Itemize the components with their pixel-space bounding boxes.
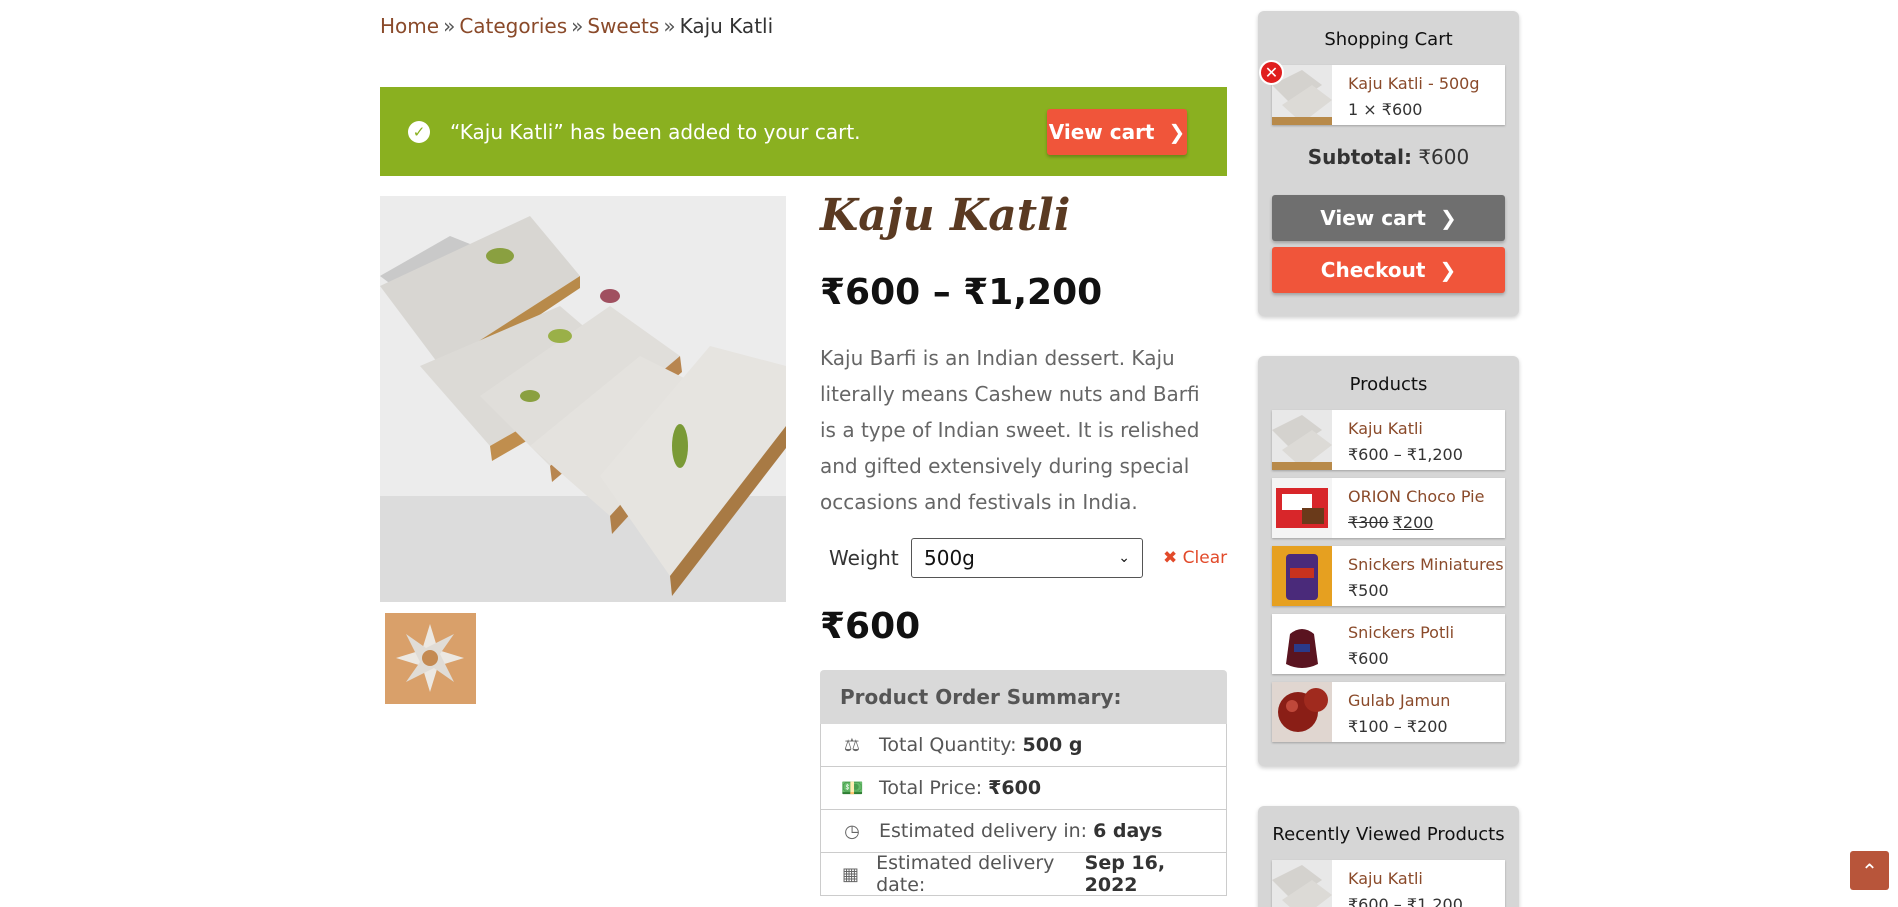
clear-selection-link[interactable]: ✖ Clear: [1163, 548, 1227, 568]
product-list-price: ₹300 ₹200: [1348, 510, 1505, 536]
product-title: Kaju Katli: [820, 190, 1071, 241]
shopping-cart-widget: Shopping Cart ✕ Kaju Katli - 500g 1 × ₹6…: [1258, 11, 1519, 316]
product-list-item: ORION Choco Pie ₹300 ₹200: [1272, 478, 1505, 538]
recently-viewed-name[interactable]: Kaju Katli: [1348, 866, 1505, 892]
summary-row-price: 💵 Total Price: ₹600: [820, 767, 1227, 810]
product-list-item: Gulab Jamun ₹100 – ₹200: [1272, 682, 1505, 742]
summary-value: 6 days: [1093, 820, 1163, 842]
product-list-name[interactable]: ORION Choco Pie: [1348, 484, 1505, 510]
recently-viewed-image[interactable]: [1272, 860, 1332, 907]
weight-selector-row: Weight 500g ⌄ ✖ Clear: [829, 538, 1227, 578]
breadcrumb-current: Kaju Katli: [679, 14, 774, 38]
breadcrumb: Home» Categories» Sweets» Kaju Katli: [380, 14, 773, 38]
product-thumbnail[interactable]: [385, 613, 476, 704]
breadcrumb-separator: »: [571, 14, 584, 38]
product-list-name[interactable]: Gulab Jamun: [1348, 688, 1505, 714]
scale-icon: ⚖: [843, 734, 861, 756]
product-list-image[interactable]: [1272, 614, 1332, 674]
summary-label: Total Quantity:: [879, 734, 1017, 756]
summary-row-delivery-days: ◷ Estimated delivery in: 6 days: [820, 810, 1227, 853]
summary-label: Total Price:: [879, 777, 983, 799]
cart-item: ✕ Kaju Katli - 500g 1 × ₹600: [1259, 60, 1505, 125]
summary-value: 500 g: [1022, 734, 1083, 756]
recently-viewed-price: ₹600 – ₹1,200: [1348, 895, 1463, 907]
product-list-image[interactable]: [1272, 410, 1332, 470]
product-list-item: Snickers Potli ₹600: [1272, 614, 1505, 674]
chevron-down-icon: ⌄: [1118, 550, 1130, 566]
weight-select-value: 500g: [924, 546, 975, 570]
product-list-name[interactable]: Kaju Katli: [1348, 416, 1505, 442]
product-list-image[interactable]: [1272, 682, 1332, 742]
chevron-up-icon: ⌃: [1861, 858, 1878, 883]
product-price-range: ₹600 – ₹1,200: [820, 272, 1103, 313]
shopping-cart-title: Shopping Cart: [1324, 29, 1453, 50]
summary-row-quantity: ⚖ Total Quantity: 500 g: [820, 724, 1227, 767]
close-icon: ✖: [1163, 548, 1178, 568]
scroll-to-top-button[interactable]: ⌃: [1850, 851, 1889, 890]
weight-label: Weight: [829, 546, 899, 570]
view-cart-label: View cart: [1320, 206, 1426, 230]
calendar-icon: ▦: [842, 863, 860, 885]
check-circle-icon: ✓: [408, 120, 430, 143]
cart-item-name[interactable]: Kaju Katli - 500g: [1348, 71, 1505, 97]
order-summary: Product Order Summary: ⚖ Total Quantity:…: [820, 670, 1227, 896]
product-list-sale-price: ₹200: [1392, 513, 1434, 532]
breadcrumb-separator: »: [663, 14, 676, 38]
product-list-image[interactable]: [1272, 546, 1332, 606]
remove-item-icon[interactable]: ✕: [1259, 60, 1284, 85]
summary-value: Sep 16, 2022: [1084, 852, 1166, 896]
view-cart-button[interactable]: View cart ❯: [1272, 195, 1505, 241]
product-list-item: Snickers Miniatures ₹500: [1272, 546, 1505, 606]
product-list-name[interactable]: Snickers Miniatures: [1348, 552, 1505, 578]
product-description: Kaju Barfi is an Indian dessert. Kaju li…: [820, 346, 1200, 514]
cart-subtotal: Subtotal: ₹600: [1258, 145, 1519, 169]
summary-row-delivery-date: ▦ Estimated delivery date: Sep 16, 2022: [820, 852, 1227, 896]
product-list-price: ₹600 – ₹1,200: [1348, 445, 1463, 464]
weight-select[interactable]: 500g ⌄: [911, 538, 1143, 578]
product-main-image[interactable]: [380, 196, 786, 602]
product-list-image[interactable]: [1272, 478, 1332, 538]
product-page: Home» Categories» Sweets» Kaju Katli ✓ “Kaj…: [0, 0, 1898, 907]
money-icon: 💵: [841, 777, 864, 799]
products-title: Products: [1349, 374, 1428, 395]
cart-item-qty: 1 × ₹600: [1348, 100, 1423, 119]
notice-view-cart-button[interactable]: View cart ❯: [1047, 108, 1187, 155]
summary-value: ₹600: [988, 777, 1042, 799]
subtotal-value: ₹600: [1418, 145, 1470, 169]
checkout-button[interactable]: Checkout ❯: [1272, 247, 1505, 293]
product-list-item: Kaju Katli ₹600 – ₹1,200: [1272, 410, 1505, 470]
selected-variation-price: ₹600: [820, 606, 921, 647]
product-list-name[interactable]: Snickers Potli: [1348, 620, 1505, 646]
product-list-old-price: ₹300: [1348, 513, 1389, 532]
checkout-label: Checkout: [1320, 258, 1426, 282]
product-list-price: ₹600: [1348, 649, 1389, 668]
breadcrumb-separator: »: [443, 14, 456, 38]
breadcrumb-home-link[interactable]: Home: [380, 14, 439, 38]
breadcrumb-sweets-link[interactable]: Sweets: [587, 14, 659, 38]
products-widget: Products Kaju Katli ₹600 – ₹1,200 ORION …: [1258, 356, 1519, 766]
breadcrumb-categories-link[interactable]: Categories: [459, 14, 567, 38]
order-summary-heading: Product Order Summary:: [820, 670, 1227, 724]
clock-icon: ◷: [844, 820, 860, 842]
chevron-right-icon: ❯: [1440, 206, 1457, 230]
subtotal-label: Subtotal:: [1307, 145, 1412, 169]
chevron-right-icon: ❯: [1168, 119, 1186, 144]
chevron-right-icon: ❯: [1439, 258, 1457, 282]
notice-view-cart-label: View cart: [1048, 119, 1155, 144]
recently-viewed-title: Recently Viewed Products: [1272, 824, 1505, 845]
notice-message: “Kaju Katli” has been added to your cart…: [450, 119, 861, 144]
recently-viewed-item: Kaju Katli ₹600 – ₹1,200: [1272, 860, 1505, 907]
clear-label: Clear: [1182, 548, 1228, 568]
summary-label: Estimated delivery in:: [879, 820, 1088, 842]
product-list-price: ₹100 – ₹200: [1348, 717, 1448, 736]
recently-viewed-widget: Recently Viewed Products Kaju Katli ₹600…: [1258, 806, 1519, 907]
added-to-cart-notice: ✓ “Kaju Katli” has been added to your ca…: [380, 87, 1227, 176]
product-list-price: ₹500: [1348, 581, 1389, 600]
summary-label: Estimated delivery date:: [876, 852, 1055, 896]
